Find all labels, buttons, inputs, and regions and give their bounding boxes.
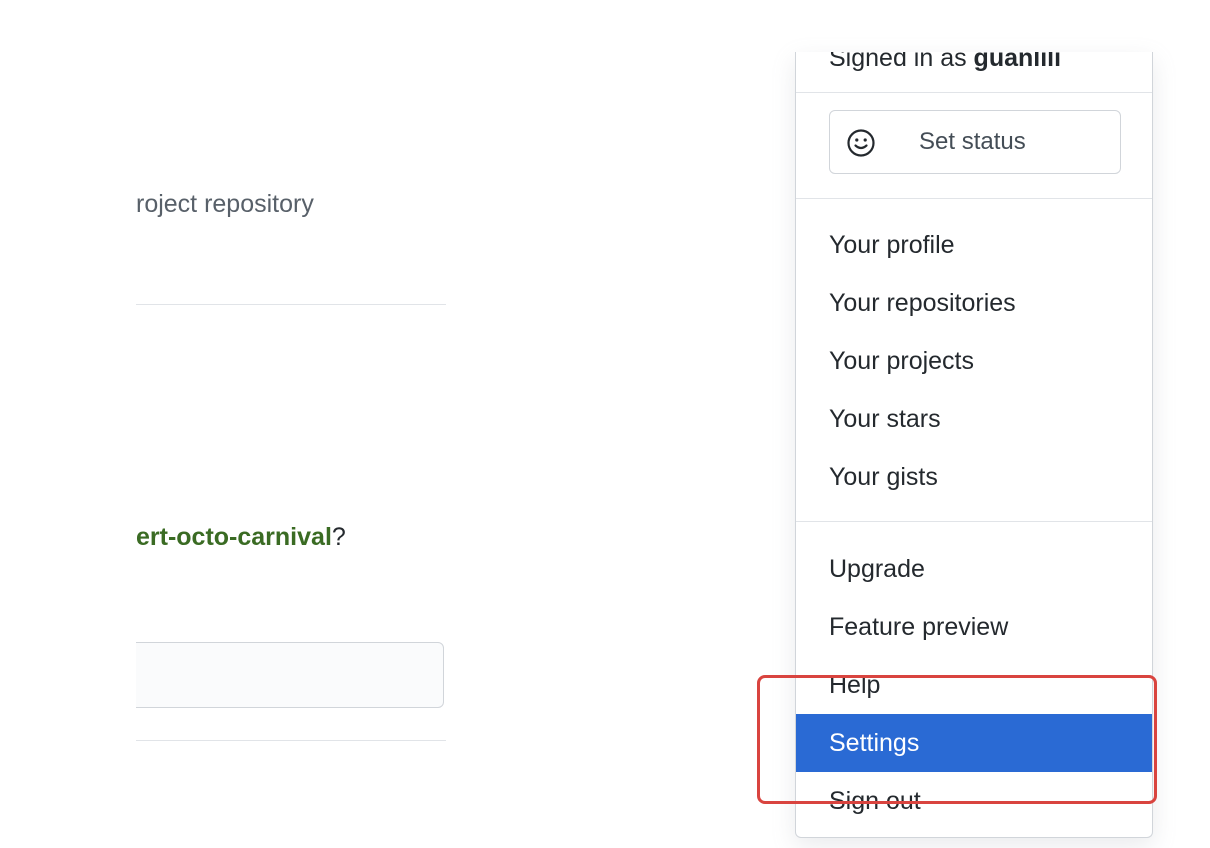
menu-item-feature-preview[interactable]: Feature preview	[796, 598, 1152, 656]
menu-item-your-gists[interactable]: Your gists	[796, 448, 1152, 506]
signed-in-header: Signed in as guanlili	[829, 52, 1061, 73]
repo-name-link[interactable]: ert-octo-carnival	[136, 523, 332, 551]
set-status-button[interactable]: Set status	[829, 110, 1121, 174]
menu-item-help[interactable]: Help	[796, 656, 1152, 714]
menu-item-your-repositories[interactable]: Your repositories	[796, 274, 1152, 332]
menu-divider	[796, 198, 1152, 199]
signed-in-label: Signed in as	[829, 52, 974, 72]
menu-item-your-profile[interactable]: Your profile	[796, 216, 1152, 274]
set-status-label: Set status	[919, 128, 1026, 155]
menu-item-settings[interactable]: Settings	[796, 714, 1152, 772]
smiley-icon	[847, 129, 875, 157]
menu-item-your-stars[interactable]: Your stars	[796, 390, 1152, 448]
user-dropdown-menu: Signed in as guanlili Set status Your pr…	[795, 52, 1153, 838]
confirm-repo-input[interactable]	[120, 642, 444, 708]
menu-item-upgrade[interactable]: Upgrade	[796, 540, 1152, 598]
confirm-repo-prompt: ert-octo-carnival?	[136, 523, 346, 552]
section-divider	[136, 304, 446, 305]
menu-divider	[796, 521, 1152, 522]
signed-in-username: guanlili	[973, 52, 1062, 72]
menu-divider	[796, 92, 1152, 93]
section-divider	[136, 740, 446, 741]
crop-mask	[0, 0, 136, 848]
confirm-question-mark: ?	[331, 523, 346, 551]
menu-item-sign-out[interactable]: Sign out	[796, 772, 1152, 830]
repo-description: roject repository	[136, 190, 314, 218]
menu-item-your-projects[interactable]: Your projects	[796, 332, 1152, 390]
